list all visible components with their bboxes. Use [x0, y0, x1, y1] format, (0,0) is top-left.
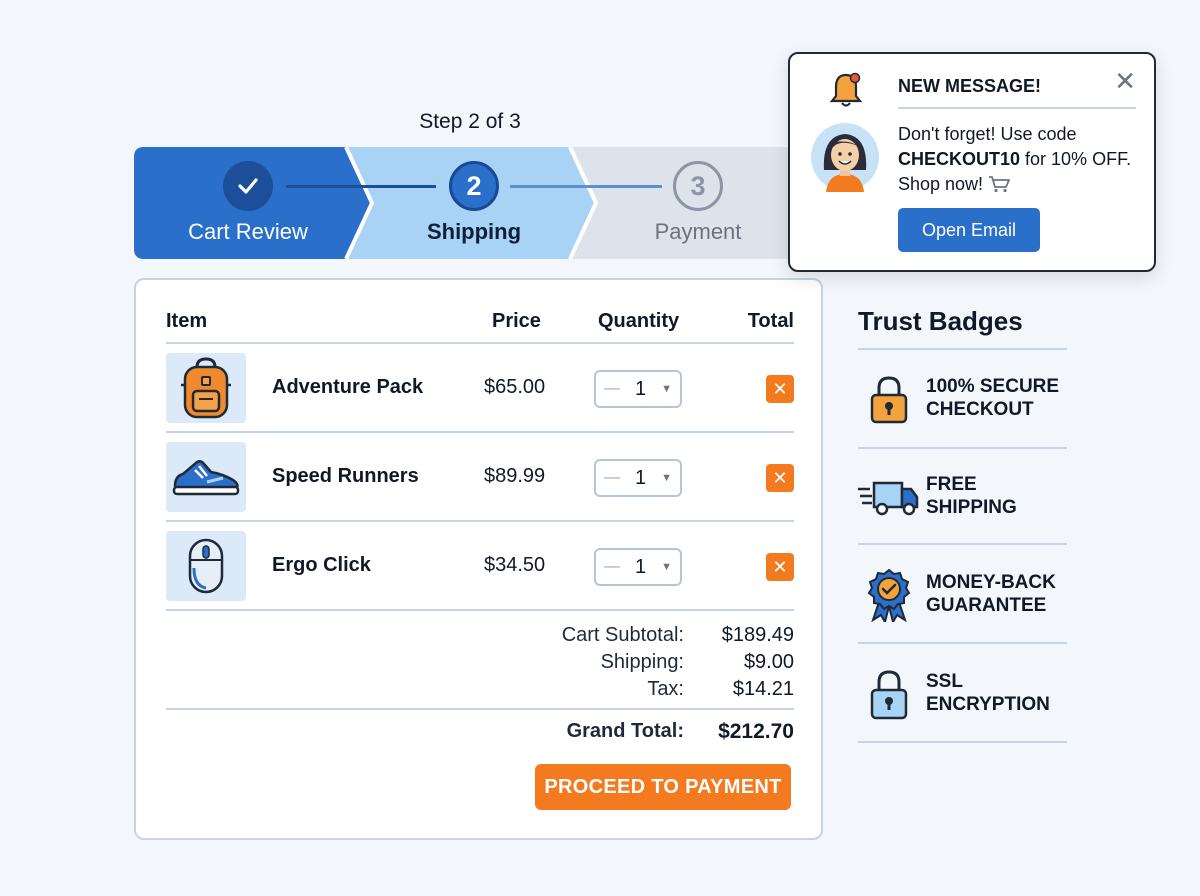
notification-popup: NEW MESSAGE! ✕ Don't forget! Use code CH… [788, 52, 1156, 272]
step-number: 3 [673, 161, 723, 211]
summary-divider [166, 708, 794, 710]
grand-total-value: $212.70 [718, 720, 794, 743]
chevron-down-icon[interactable]: ▼ [661, 561, 672, 573]
mouse-icon [166, 531, 246, 601]
avatar [810, 122, 880, 197]
proceed-to-payment-button[interactable]: PROCEED TO PAYMENT [535, 764, 791, 810]
badge-text: FREE SHIPPING [926, 474, 1017, 518]
step-label: Payment [654, 219, 742, 244]
tax-label: Tax: [647, 678, 684, 700]
sneaker-icon [166, 442, 246, 512]
chevron-down-icon[interactable]: ▼ [661, 383, 672, 395]
minus-icon[interactable]: — [604, 558, 620, 576]
backpack-icon [166, 353, 246, 423]
subtotal-label: Cart Subtotal: [561, 624, 684, 646]
divider [858, 543, 1067, 545]
delivery-truck-icon [858, 469, 920, 525]
table-row: Adventure Pack $65.00 — 1 ▼ ✕ [166, 344, 794, 433]
step-number: 2 [449, 161, 499, 211]
open-email-button[interactable]: Open Email [898, 208, 1040, 252]
item-price: $65.00 [484, 376, 546, 398]
notification-message: Don't forget! Use code CHECKOUT10 for 10… [898, 122, 1148, 200]
header-price: Price [492, 310, 541, 332]
step-counter: Step 2 of 3 [419, 110, 521, 133]
divider [858, 642, 1067, 644]
header-quantity: Quantity [598, 310, 680, 332]
item-name: Adventure Pack [272, 376, 424, 398]
item-price: $89.99 [484, 465, 546, 487]
shipping-value: $9.00 [743, 651, 794, 673]
header-total: Total [747, 310, 794, 332]
quantity-value: 1 [634, 377, 647, 400]
badge-ssl-encryption: SSL ENCRYPTION [858, 658, 1067, 730]
divider [858, 447, 1067, 449]
bell-icon [826, 70, 866, 115]
minus-icon[interactable]: — [604, 380, 620, 398]
quantity-stepper[interactable]: — 1 ▼ [594, 370, 682, 408]
remove-item-button[interactable]: ✕ [766, 464, 794, 492]
badge-text: SSL ENCRYPTION [926, 671, 1050, 715]
quantity-stepper[interactable]: — 1 ▼ [594, 548, 682, 586]
close-icon[interactable]: ✕ [1114, 68, 1136, 94]
checkmark-icon [223, 161, 273, 211]
table-row: Ergo Click $34.50 — 1 ▼ ✕ [166, 522, 794, 611]
ssl-lock-icon [858, 666, 920, 722]
step-shipping[interactable]: 2 Shipping [414, 147, 534, 259]
badge-text: MONEY-BACK GUARANTEE [926, 572, 1056, 616]
divider [858, 348, 1067, 350]
chevron-down-icon[interactable]: ▼ [661, 472, 672, 484]
remove-item-button[interactable]: ✕ [766, 375, 794, 403]
badge-text: 100% SECURE CHECKOUT [926, 376, 1060, 420]
padlock-icon [858, 371, 920, 427]
badge-money-back: MONEY-BACK GUARANTEE [858, 559, 1067, 631]
tax-value: $14.21 [732, 678, 794, 700]
quantity-stepper[interactable]: — 1 ▼ [594, 459, 682, 497]
minus-icon[interactable]: — [604, 469, 620, 487]
message-text: Don't forget! Use code [898, 124, 1077, 144]
item-name: Speed Runners [272, 465, 419, 487]
close-icon: ✕ [772, 378, 788, 399]
notification-title: NEW MESSAGE! [898, 76, 1042, 96]
item-price: $34.50 [484, 554, 546, 576]
checkout-progress-stepper: Cart Review 2 Shipping 3 Payment [134, 147, 824, 259]
subtotal-value: $189.49 [721, 624, 794, 646]
table-row: Speed Runners $89.99 — 1 ▼ ✕ [166, 433, 794, 522]
trust-badges-title: Trust Badges [858, 306, 1023, 336]
step-label: Shipping [426, 219, 522, 244]
item-name: Ergo Click [272, 554, 371, 576]
divider [858, 741, 1067, 743]
badge-secure-checkout: 100% SECURE CHECKOUT [858, 363, 1067, 435]
cart-icon [988, 175, 1010, 200]
award-ribbon-icon [858, 567, 920, 623]
cart-table-header: Item Price Quantity Total [166, 310, 794, 344]
step-cart-review[interactable]: Cart Review [188, 147, 308, 259]
header-item: Item [166, 310, 208, 332]
badge-free-shipping: FREE SHIPPING [858, 461, 1067, 533]
grand-total-label: Grand Total: [566, 720, 684, 742]
quantity-value: 1 [634, 466, 647, 489]
step-payment[interactable]: 3 Payment [638, 147, 758, 259]
shipping-label: Shipping: [600, 651, 684, 673]
close-icon: ✕ [772, 556, 788, 577]
remove-item-button[interactable]: ✕ [766, 553, 794, 581]
quantity-value: 1 [634, 555, 647, 578]
cart-panel: Item Price Quantity Total Adventure Pack… [134, 278, 823, 840]
coupon-code: CHECKOUT10 [898, 149, 1021, 169]
close-icon: ✕ [772, 467, 788, 488]
step-label: Cart Review [188, 219, 308, 244]
divider [898, 107, 1136, 109]
